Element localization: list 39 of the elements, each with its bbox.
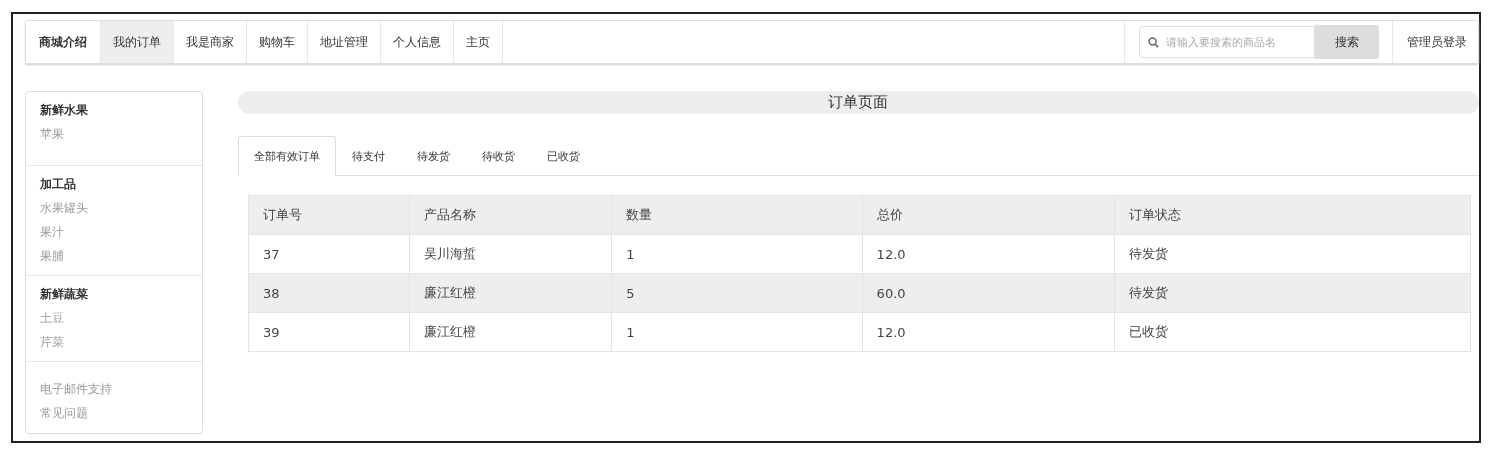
nav-tab[interactable]: 地址管理 [308,21,381,63]
order-tab[interactable]: 待收货 [465,136,531,176]
table-cell: 60.0 [862,273,1115,313]
table-cell: 已收货 [1114,312,1471,352]
column-header: 数量 [611,195,863,235]
category-title: 新鲜水果 [40,102,89,119]
order-tab[interactable]: 全部有效订单 [237,136,336,176]
brand-link[interactable]: 商城介绍 [26,21,101,63]
search-field[interactable]: 请输入要搜索的商品名 [1139,26,1315,58]
table-cell: 37 [248,234,410,274]
nav-tab[interactable]: 个人信息 [381,21,454,63]
table-cell: 廉江红橙 [409,312,612,352]
nav-tab[interactable]: 我是商家 [174,21,247,63]
table-cell: 5 [611,273,863,313]
table-cell: 1 [611,312,863,352]
column-header: 总价 [862,195,1115,235]
table-cell: 待发货 [1114,273,1471,313]
column-header: 订单状态 [1114,195,1471,235]
search-button[interactable]: 搜索 [1315,25,1379,59]
order-tab[interactable]: 已收货 [530,136,596,176]
login-link[interactable]: 管理员登录 [1393,21,1478,63]
page-title: 订单页面 [237,91,1479,114]
order-tab[interactable]: 待发货 [400,136,466,176]
column-header: 订单号 [248,195,410,235]
category-title: 新鲜蔬菜 [40,286,89,303]
category-title: 加工品 [40,176,77,193]
table-cell: 12.0 [862,234,1115,274]
table-cell: 12.0 [862,312,1115,352]
table-cell: 廉江红橙 [409,273,612,313]
table-cell: 39 [248,312,410,352]
table-cell: 待发货 [1114,234,1471,274]
nav-tab[interactable]: 我的订单 [101,21,174,63]
table-cell: 38 [248,273,410,313]
column-header: 产品名称 [409,195,612,235]
table-cell: 1 [611,234,863,274]
nav-tab[interactable]: 主页 [454,21,503,63]
table-cell: 吴川海蜇 [409,234,612,274]
nav-tab[interactable]: 购物车 [247,21,308,63]
order-tab[interactable]: 待支付 [335,136,401,176]
